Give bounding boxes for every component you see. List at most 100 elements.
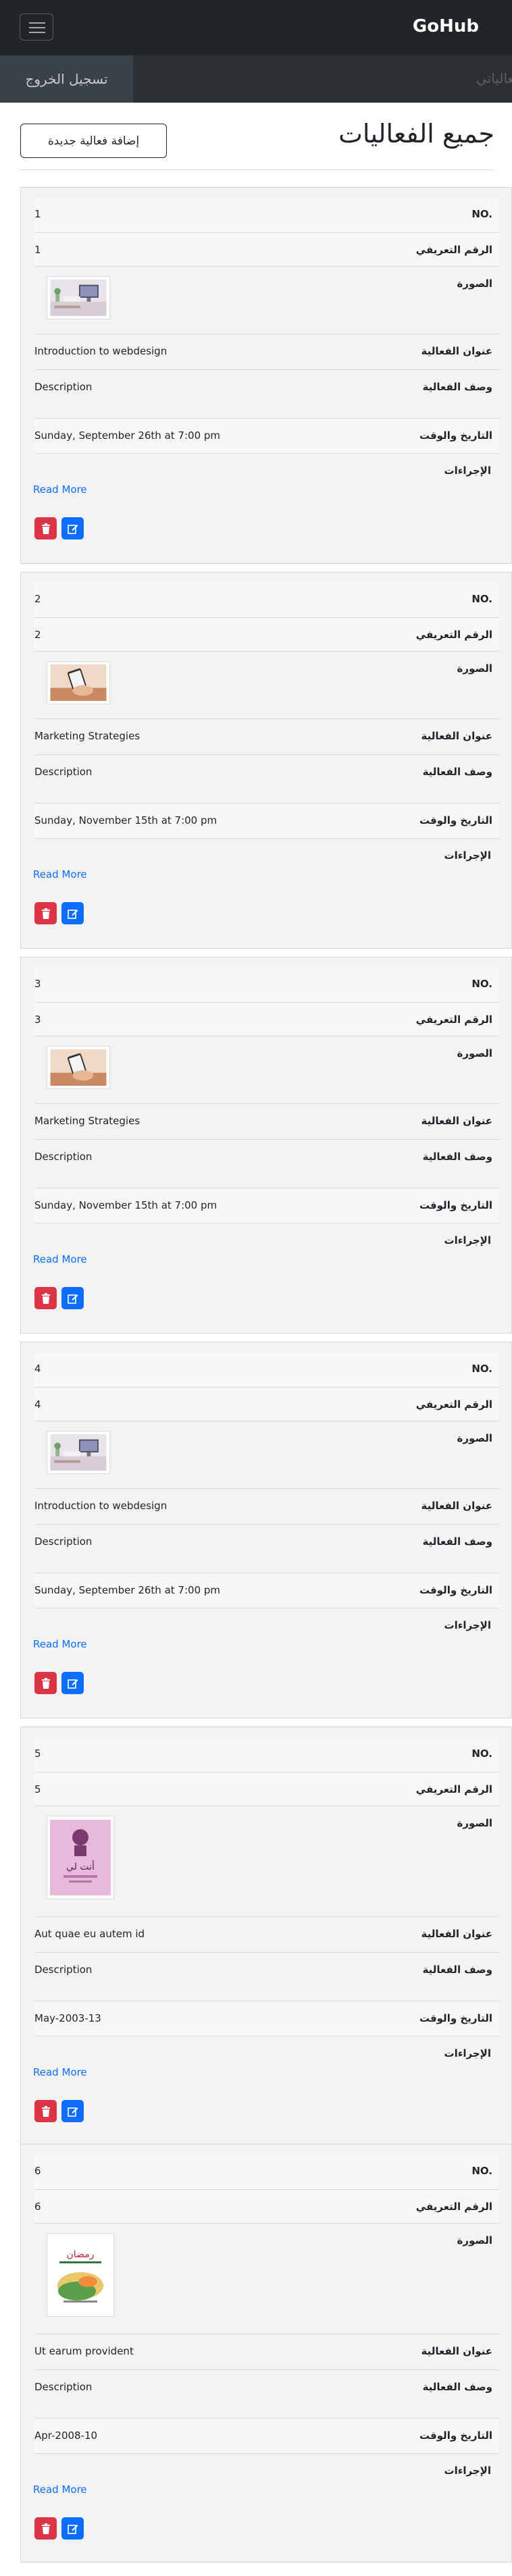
delete-button[interactable]	[34, 517, 57, 540]
row-label: وصف الفعالية	[422, 766, 492, 778]
trash-icon	[41, 908, 50, 919]
row-label: الرقم التعريفي	[415, 2201, 492, 2213]
edit-button[interactable]	[61, 2100, 84, 2122]
row-label: الصورة	[457, 1817, 492, 1829]
event-no: 1	[34, 208, 41, 220]
event-row-datetime: التاريخ والوقت Sunday, September 26th at …	[34, 419, 499, 454]
event-row-title: عنوان الفعالية Aut quae eu autem id	[34, 1917, 499, 1953]
event-thumbnail: رمضان	[47, 2233, 114, 2317]
row-label: وصف الفعالية	[422, 1964, 492, 1976]
event-row-datetime: التاريخ والوقت Sunday, September 26th at …	[34, 1573, 499, 1608]
event-row-description: وصف الفعالية Description	[34, 755, 499, 804]
row-label: وصف الفعالية	[422, 1535, 492, 1548]
add-event-button[interactable]: إضافة فعالية جديدة	[20, 124, 167, 158]
read-more-link[interactable]: Read More	[33, 483, 87, 496]
event-row-id: الرقم التعريفي 4	[34, 1388, 499, 1421]
event-row-title: عنوان الفعالية Marketing Strategies	[34, 1104, 499, 1140]
trash-icon	[41, 1292, 50, 1304]
navbar: GoHub	[0, 0, 512, 55]
event-description: Description	[34, 766, 93, 778]
event-row-image: الصورة	[34, 1421, 499, 1489]
read-more-link[interactable]: Read More	[33, 1638, 87, 1650]
event-datetime: Apr-2008-10	[34, 2429, 98, 2442]
edit-button[interactable]	[61, 1287, 84, 1309]
edit-icon	[67, 909, 78, 919]
read-more-link[interactable]: Read More	[33, 2066, 87, 2078]
row-label: عنوان الفعالية	[421, 1928, 492, 1940]
edit-button[interactable]	[61, 517, 84, 540]
row-label: التاريخ والوقت	[419, 429, 492, 442]
nav-link-my-events[interactable]: فعالياتي	[476, 70, 512, 86]
row-label: NO.	[471, 2165, 492, 2177]
workspace-photo	[50, 1434, 107, 1471]
event-card: NO. 1 الرقم التعريفي 1 الصورة عنوان الفعالية…	[20, 187, 512, 564]
row-label: NO.	[471, 208, 492, 220]
event-datetime: Sunday, September 26th at 7:00 pm	[34, 1584, 221, 1596]
event-datetime: May-2003-13	[34, 2012, 101, 2024]
row-label: الرقم التعريفي	[415, 244, 492, 256]
row-label: عنوان الفعالية	[421, 1500, 492, 1512]
event-description: Description	[34, 381, 93, 393]
event-title: Marketing Strategies	[34, 730, 140, 742]
edit-button[interactable]	[61, 2517, 84, 2540]
delete-button[interactable]	[34, 1287, 57, 1309]
delete-button[interactable]	[34, 902, 57, 924]
row-label: عنوان الفعالية	[421, 1115, 492, 1127]
event-no: 5	[34, 1747, 41, 1760]
row-label: الصورة	[457, 278, 492, 290]
event-row-image: الصورة أنت لي	[34, 1806, 499, 1917]
event-row-no: NO. 3	[34, 967, 499, 1003]
event-row-title: عنوان الفعالية Introduction to webdesign	[34, 334, 499, 370]
event-description: Description	[34, 2381, 93, 2393]
event-row-id: الرقم التعريفي 2	[34, 618, 499, 652]
event-card: NO. 6 الرقم التعريفي 6 الصورة رمضان عنوان ال…	[20, 2144, 512, 2562]
read-more-link[interactable]: Read More	[33, 1253, 87, 1265]
row-label: الرقم التعريفي	[415, 1398, 492, 1411]
event-thumbnail	[47, 661, 110, 704]
row-label: التاريخ والوقت	[419, 2429, 492, 2442]
read-more-link[interactable]: Read More	[33, 868, 87, 880]
row-label: التاريخ والوقت	[419, 1584, 492, 1596]
event-title: Marketing Strategies	[34, 1115, 140, 1127]
event-thumbnail	[47, 1431, 110, 1474]
delete-button[interactable]	[34, 2517, 57, 2540]
actions-label: الإجراءات	[444, 2465, 491, 2477]
delete-button[interactable]	[34, 2100, 57, 2122]
event-row-datetime: التاريخ والوقت Apr-2008-10	[34, 2419, 499, 2454]
sub-navbar: تسجيل الخروج فعالياتي	[0, 55, 512, 103]
event-row-description: وصف الفعالية Description	[34, 1140, 499, 1188]
event-title: Aut quae eu autem id	[34, 1928, 145, 1940]
row-label: الرقم التعريفي	[415, 1783, 492, 1795]
hand-phone-photo	[50, 1049, 107, 1086]
actions-label: الإجراءات	[444, 2047, 491, 2059]
edit-button[interactable]	[61, 1672, 84, 1694]
read-more-link[interactable]: Read More	[33, 2483, 87, 2496]
row-label: الرقم التعريفي	[415, 1014, 492, 1026]
row-label: وصف الفعالية	[422, 1151, 492, 1163]
event-card: NO. 4 الرقم التعريفي 4 الصورة عنوان الفعالية…	[20, 1342, 512, 1718]
logout-button[interactable]: تسجيل الخروج	[0, 55, 133, 103]
event-thumbnail: أنت لي	[47, 1816, 114, 1899]
event-title: Introduction to webdesign	[34, 1500, 168, 1512]
event-description: Description	[34, 1964, 93, 1976]
hamburger-icon[interactable]	[20, 14, 53, 41]
trash-icon	[41, 2523, 50, 2534]
delete-button[interactable]	[34, 1672, 57, 1694]
edit-button[interactable]	[61, 902, 84, 924]
event-row-datetime: التاريخ والوقت Sunday, November 15th at 7…	[34, 804, 499, 839]
event-row-image: الصورة	[34, 1036, 499, 1104]
event-row-description: وصف الفعالية Description	[34, 1525, 499, 1573]
arabic-calligraphy-poster: رمضان	[50, 2237, 111, 2313]
actions-label: الإجراءات	[444, 849, 491, 862]
event-thumbnail	[47, 276, 110, 319]
row-label: NO.	[471, 978, 492, 990]
trash-icon	[41, 523, 50, 534]
event-row-datetime: التاريخ والوقت May-2003-13	[34, 2001, 499, 2036]
event-id: 2	[34, 629, 41, 641]
row-label: NO.	[471, 593, 492, 605]
event-row-no: NO. 4	[34, 1352, 499, 1388]
row-label: وصف الفعالية	[422, 2381, 492, 2393]
brand-logo[interactable]: GoHub	[413, 16, 479, 36]
trash-icon	[41, 2105, 50, 2117]
svg-text:أنت لي: أنت لي	[66, 1860, 95, 1872]
